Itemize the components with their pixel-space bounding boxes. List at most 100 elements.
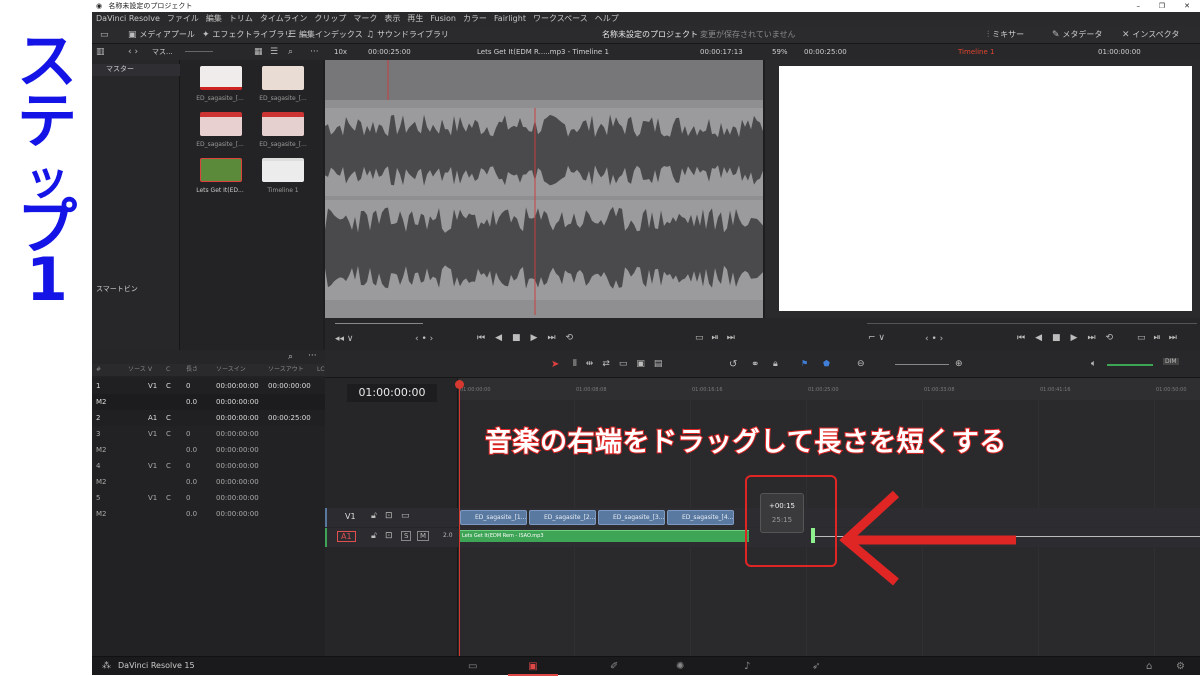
mixer-button[interactable]: ⫶ ミキサー [987,26,1024,44]
menu-trim[interactable]: トリム [229,14,253,23]
dim-button[interactable]: DIM [1163,358,1179,365]
table-row[interactable]: 2 A1 C 00:00:00:00 00:00:25:00 [92,410,325,426]
menu-color[interactable]: カラー [463,14,487,23]
maximize-button[interactable]: ❐ [1159,0,1165,12]
scrub-bar-right[interactable] [867,323,1197,324]
menu-file[interactable]: ファイル [167,14,199,23]
table-row[interactable]: 1 V1 C 0 00:00:00:00 00:00:00:00 [92,378,325,394]
panel-toggle-icon[interactable]: ▥ [96,44,105,60]
lock-icon[interactable]: 🔓︎ [371,511,377,521]
menu-workspace[interactable]: ワークスペース [533,14,588,23]
flag-icon[interactable]: ⚑ [801,359,808,368]
lock-icon[interactable]: 🔒︎ [773,359,778,369]
table-row[interactable]: M2 0.0 00:00:00:00 [92,394,325,410]
menu-view[interactable]: 表示 [384,14,400,23]
playback-controls[interactable]: ⏮◀■▶⏭⟲ [477,333,583,343]
clip-thumbnail[interactable] [200,112,242,136]
record-end-controls[interactable]: ▭⏯⏭ [1137,333,1185,343]
source-end-controls[interactable]: ▭⏯⏭ [695,333,743,343]
inspector-button[interactable]: ✕ インスペクタ [1122,26,1179,44]
menu-help[interactable]: ヘルプ [595,14,619,23]
table-row[interactable]: M2 0.0 00:00:00:00 [92,474,325,490]
minimize-button[interactable]: – [1137,0,1141,12]
zoom-in-icon[interactable]: ⊕ [955,359,963,369]
sound-library-button[interactable]: ♫ サウンドライブラリ [366,26,449,44]
zoom-left[interactable]: 10x [334,44,347,60]
menu-clip[interactable]: クリップ [314,14,346,23]
video-track-header[interactable]: V1 🔓︎ ⊡ ▭ [325,508,458,527]
clip-thumbnail[interactable] [262,66,304,90]
source-clip-title[interactable]: Lets Get It(EDM R.....mp3 - Timeline 1 [477,44,609,60]
snap-icon[interactable]: ↺ [729,359,737,370]
nav-arrows-icon[interactable]: ‹ › [128,44,138,60]
table-row[interactable]: 5 V1 C 0 00:00:00:00 [92,490,325,506]
time-ruler[interactable]: 01:00:00:00 01:00:08:08 01:00:16:16 01:0… [458,378,1200,400]
monitor-icon[interactable]: ▭ [100,26,109,44]
media-pool-button[interactable]: ▣ メディアプール [128,26,195,44]
mute-button[interactable]: M [417,531,430,541]
grid-view-icon[interactable]: ▦ [254,44,263,60]
video-clip[interactable]: ED_sagasite_[1... [460,510,527,525]
auto-select-icon[interactable]: ⊡ [385,531,393,541]
link-icon[interactable]: ⚭ [751,359,759,370]
table-row[interactable]: M2 0.0 00:00:00:00 [92,442,325,458]
menu-playback[interactable]: 再生 [407,14,423,23]
solo-button[interactable]: S [401,531,412,541]
edit-index-button[interactable]: ☰ 編集インデックス [288,26,363,44]
menu-fairlight[interactable]: Fairlight [494,14,526,23]
menu-timeline[interactable]: タイムライン [260,14,307,23]
crop-icon[interactable]: ⌐ ∨ [868,333,885,343]
clip-thumbnail[interactable] [200,66,242,90]
auto-select-icon[interactable]: ⊡ [385,511,393,521]
audio-track-header[interactable]: A1 🔓︎ ⊡ S M 2.0 [325,528,458,547]
marker-icon[interactable]: ⬟ [823,359,830,368]
audio-icon[interactable]: ◂◂ ∨ [335,334,353,344]
more-icon[interactable]: ··· [310,44,319,60]
search-icon[interactable]: ⌕ [288,352,293,362]
effects-library-button[interactable]: ✦ エフェクトライブラリ [202,26,292,44]
search-icon[interactable]: ⌕ [288,44,293,60]
selection-tool-icon[interactable]: ➤ [551,359,559,370]
source-viewer[interactable] [325,60,763,318]
menu-edit[interactable]: 編集 [206,14,222,23]
media-page-icon[interactable]: ▭ [468,661,477,672]
timeline-thumbnail[interactable] [262,158,304,182]
playhead[interactable] [459,380,460,656]
home-icon[interactable]: ⌂ [1146,661,1152,672]
zoom-out-icon[interactable]: ⊖ [857,359,865,369]
menu-mark[interactable]: マーク [353,14,377,23]
scrub-bar[interactable] [335,323,423,324]
more-icon[interactable]: ··· [308,351,317,361]
jog-icon-right[interactable]: ‹ • › [925,334,943,344]
table-row[interactable]: 4 V1 C 0 00:00:00:00 [92,458,325,474]
record-playback-controls[interactable]: ⏮◀■▶⏭⟲ [1017,333,1123,343]
zoom-right[interactable]: 59% [772,44,788,60]
volume-icon[interactable]: 🔈︎ [1091,359,1096,369]
lock-icon[interactable]: 🔓︎ [371,531,377,541]
video-clip[interactable]: ED_sagasite_[4... [667,510,734,525]
clip-thumbnail[interactable] [262,112,304,136]
bin-master[interactable]: マスター [92,64,180,76]
fairlight-page-icon[interactable]: ♪ [744,661,750,672]
table-row[interactable]: 3 V1 C 0 00:00:00:00 [92,426,325,442]
edit-tools[interactable]: ⫴⇹⇄▭▣▤ [573,359,671,369]
settings-icon[interactable]: ⚙ [1176,661,1185,672]
audio-clip-thumbnail[interactable] [200,158,242,182]
fusion-page-icon[interactable]: ✐ [610,661,618,672]
edit-page-icon[interactable]: ▣ [508,661,558,676]
menu-davinci[interactable]: DaVinci Resolve [96,14,160,23]
smart-bins[interactable]: スマートビン [96,284,138,294]
timeline-name[interactable]: Timeline 1 [958,44,994,60]
color-page-icon[interactable]: ✺ [676,661,684,672]
deliver-page-icon[interactable]: ➶ [812,661,820,672]
audio-clip[interactable]: Lets Get It(EDM Rem - ISAO.mp3 [459,530,749,542]
zoom-slider[interactable] [895,364,949,365]
jog-icon[interactable]: ‹ • › [415,334,433,344]
monitor-icon[interactable]: ▭ [401,511,410,521]
close-button[interactable]: ✕ [1184,0,1190,12]
volume-slider[interactable] [1107,364,1153,366]
menu-fusion[interactable]: Fusion [430,14,456,23]
list-view-icon[interactable]: ☰ [270,44,278,60]
playhead-handle[interactable] [455,380,464,389]
video-clip[interactable]: ED_sagasite_[2... [529,510,596,525]
